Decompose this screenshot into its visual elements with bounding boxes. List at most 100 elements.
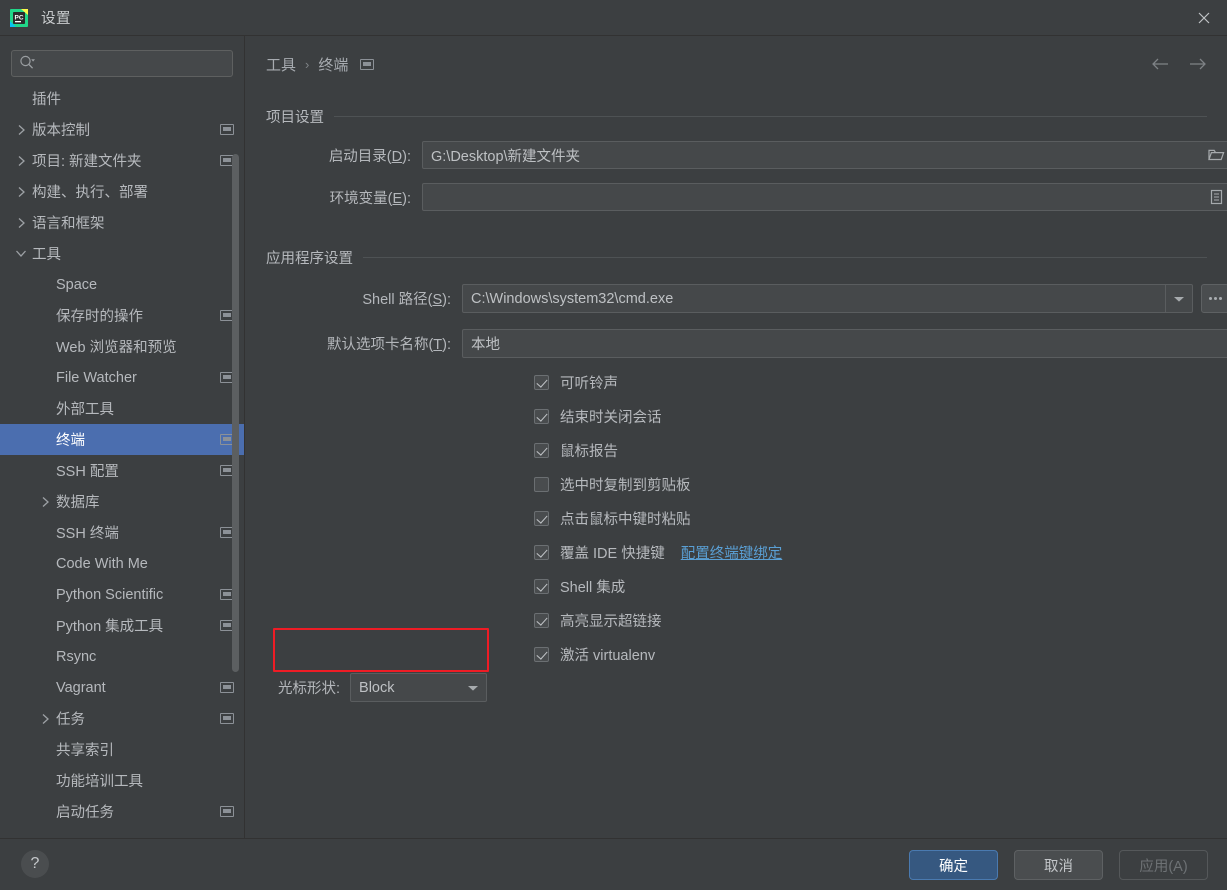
shell-path-label: Shell 路径(S): bbox=[266, 288, 462, 309]
sidebar-item-label: 构建、执行、部署 bbox=[32, 181, 148, 202]
sidebar-item-12[interactable]: SSH 配置 bbox=[0, 455, 244, 486]
sidebar-item-label: Vagrant bbox=[56, 680, 106, 696]
application-settings-header: 应用程序设置 bbox=[266, 247, 1207, 268]
checkbox-6[interactable] bbox=[534, 579, 549, 594]
help-button[interactable]: ? bbox=[21, 850, 49, 878]
sidebar-item-13[interactable]: 数据库 bbox=[0, 486, 244, 517]
sidebar-item-18[interactable]: Rsync bbox=[0, 641, 244, 672]
sidebar-item-8[interactable]: Web 浏览器和预览 bbox=[0, 331, 244, 362]
sidebar-item-label: SSH 终端 bbox=[56, 522, 119, 543]
checkbox-7[interactable] bbox=[534, 613, 549, 628]
chevron-down-icon[interactable] bbox=[459, 674, 486, 701]
ellipsis-icon bbox=[1209, 297, 1222, 300]
checkbox-8[interactable] bbox=[534, 647, 549, 662]
module-badge-icon bbox=[360, 59, 374, 70]
sidebar-item-7[interactable]: 保存时的操作 bbox=[0, 300, 244, 331]
checkbox-label: 结束时关闭会话 bbox=[560, 406, 662, 427]
pycharm-logo-icon: PC bbox=[9, 8, 29, 28]
checkbox-1[interactable] bbox=[534, 409, 549, 424]
settings-sidebar: 插件版本控制项目: 新建文件夹构建、执行、部署语言和框架工具Space保存时的操… bbox=[0, 36, 245, 838]
environment-variables-field[interactable] bbox=[422, 183, 1227, 211]
chevron-right-icon[interactable] bbox=[14, 185, 28, 199]
list-edit-icon[interactable] bbox=[1201, 184, 1227, 210]
window-titlebar: PC 设置 bbox=[0, 0, 1227, 36]
sidebar-scrollbar[interactable] bbox=[233, 36, 242, 838]
sidebar-item-23[interactable]: 启动任务 bbox=[0, 796, 244, 827]
checkbox-4[interactable] bbox=[534, 511, 549, 526]
arrow-left-icon[interactable] bbox=[1149, 53, 1171, 75]
sidebar-item-17[interactable]: Python 集成工具 bbox=[0, 610, 244, 641]
sidebar-item-4[interactable]: 语言和框架 bbox=[0, 207, 244, 238]
sidebar-item-0[interactable]: 插件 bbox=[0, 83, 244, 114]
chevron-right-icon[interactable] bbox=[14, 154, 28, 168]
sidebar-item-9[interactable]: File Watcher bbox=[0, 362, 244, 393]
checkbox-row-3[interactable]: 选中时复制到剪贴板 bbox=[534, 467, 782, 501]
folder-icon[interactable] bbox=[1201, 142, 1227, 168]
configure-terminal-keybindings-link[interactable]: 配置终端键绑定 bbox=[681, 542, 783, 563]
sidebar-item-5[interactable]: 工具 bbox=[0, 238, 244, 269]
sidebar-item-22[interactable]: 功能培训工具 bbox=[0, 765, 244, 796]
apply-button[interactable]: 应用(A) bbox=[1119, 850, 1208, 880]
checkbox-2[interactable] bbox=[534, 443, 549, 458]
checkbox-row-1[interactable]: 结束时关闭会话 bbox=[534, 399, 782, 433]
sidebar-item-11[interactable]: 终端 bbox=[0, 424, 244, 455]
sidebar-item-15[interactable]: Code With Me bbox=[0, 548, 244, 579]
checkbox-row-5[interactable]: 覆盖 IDE 快捷键配置终端键绑定 bbox=[534, 535, 782, 569]
checkbox-row-2[interactable]: 鼠标报告 bbox=[534, 433, 782, 467]
arrow-right-icon[interactable] bbox=[1187, 53, 1209, 75]
chevron-right-icon[interactable] bbox=[38, 495, 52, 509]
start-directory-field[interactable]: G:\Desktop\新建文件夹 bbox=[422, 141, 1227, 169]
close-icon[interactable] bbox=[1181, 0, 1227, 36]
cursor-shape-combo[interactable]: Block bbox=[350, 673, 487, 702]
checkbox-row-4[interactable]: 点击鼠标中键时粘贴 bbox=[534, 501, 782, 535]
sidebar-item-20[interactable]: 任务 bbox=[0, 703, 244, 734]
chevron-right-icon[interactable] bbox=[14, 123, 28, 137]
sidebar-item-label: 任务 bbox=[56, 708, 85, 729]
breadcrumb-separator: › bbox=[305, 57, 309, 72]
chevron-down-icon[interactable] bbox=[14, 247, 28, 261]
sidebar-scrollbar-thumb[interactable] bbox=[232, 154, 239, 672]
sidebar-item-label: 终端 bbox=[56, 429, 85, 450]
default-tab-name-value: 本地 bbox=[463, 333, 1227, 354]
shell-path-row: Shell 路径(S): C:\Windows\system32\cmd.exe bbox=[266, 284, 1227, 313]
checkbox-row-6[interactable]: Shell 集成 bbox=[534, 569, 782, 603]
search-box[interactable] bbox=[11, 50, 233, 77]
environment-variables-row: 环境变量(E): bbox=[266, 183, 1227, 211]
ok-button[interactable]: 确定 bbox=[909, 850, 998, 880]
checkbox-label: 鼠标报告 bbox=[560, 440, 618, 461]
cursor-shape-value: Block bbox=[351, 680, 459, 696]
breadcrumb-root[interactable]: 工具 bbox=[266, 54, 296, 75]
checkbox-label: 点击鼠标中键时粘贴 bbox=[560, 508, 691, 529]
dialog-footer: ? 确定 取消 应用(A) bbox=[0, 838, 1227, 890]
default-tab-name-field[interactable]: 本地 bbox=[462, 329, 1227, 358]
chevron-down-icon[interactable] bbox=[1165, 285, 1192, 312]
sidebar-item-label: Rsync bbox=[56, 649, 96, 665]
checkbox-label: Shell 集成 bbox=[560, 576, 625, 597]
checkbox-row-0[interactable]: 可听铃声 bbox=[534, 365, 782, 399]
navigation-arrows bbox=[1149, 53, 1209, 75]
sidebar-item-1[interactable]: 版本控制 bbox=[0, 114, 244, 145]
sidebar-item-label: Python Scientific bbox=[56, 587, 163, 603]
search-input[interactable] bbox=[36, 55, 225, 72]
sidebar-item-3[interactable]: 构建、执行、部署 bbox=[0, 176, 244, 207]
sidebar-item-6[interactable]: Space bbox=[0, 269, 244, 300]
chevron-right-icon[interactable] bbox=[38, 712, 52, 726]
sidebar-item-2[interactable]: 项目: 新建文件夹 bbox=[0, 145, 244, 176]
divider bbox=[334, 116, 1207, 117]
sidebar-item-16[interactable]: Python Scientific bbox=[0, 579, 244, 610]
sidebar-item-14[interactable]: SSH 终端 bbox=[0, 517, 244, 548]
checkbox-row-8[interactable]: 激活 virtualenv bbox=[534, 637, 782, 671]
start-directory-label: 启动目录(D): bbox=[266, 145, 422, 166]
shell-path-browse-button[interactable] bbox=[1201, 284, 1227, 313]
checkbox-3[interactable] bbox=[534, 477, 549, 492]
chevron-right-icon[interactable] bbox=[14, 216, 28, 230]
module-badge-icon bbox=[220, 806, 234, 817]
cancel-button[interactable]: 取消 bbox=[1014, 850, 1103, 880]
checkbox-0[interactable] bbox=[534, 375, 549, 390]
shell-path-combo[interactable]: C:\Windows\system32\cmd.exe bbox=[462, 284, 1193, 313]
sidebar-item-19[interactable]: Vagrant bbox=[0, 672, 244, 703]
sidebar-item-21[interactable]: 共享索引 bbox=[0, 734, 244, 765]
sidebar-item-10[interactable]: 外部工具 bbox=[0, 393, 244, 424]
checkbox-5[interactable] bbox=[534, 545, 549, 560]
checkbox-row-7[interactable]: 高亮显示超链接 bbox=[534, 603, 782, 637]
